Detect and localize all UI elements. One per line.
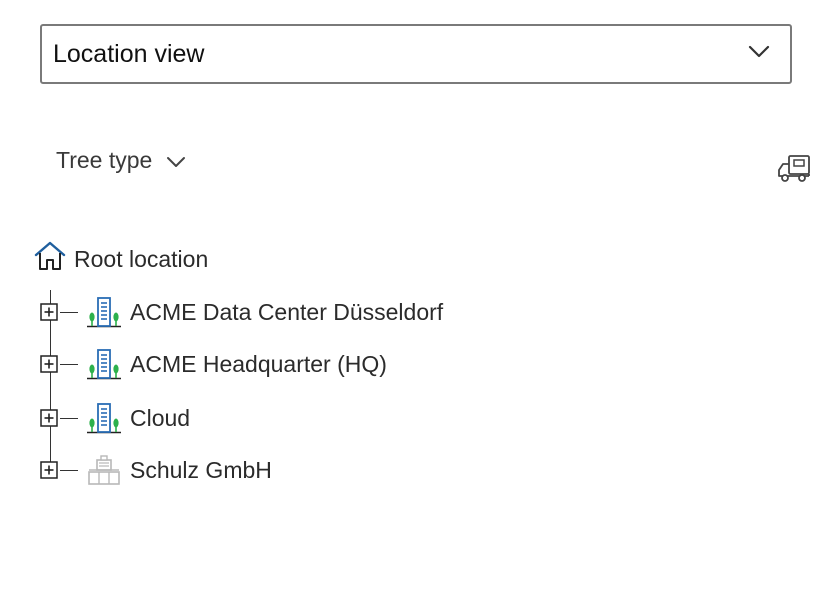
tree-type-dropdown[interactable]: Tree type [56, 144, 186, 176]
home-icon [34, 240, 66, 278]
building-icon [86, 401, 122, 435]
tree-node-label[interactable]: Schulz GmbH [130, 457, 272, 484]
tree-branch-line [60, 417, 78, 419]
chevron-down-icon [748, 45, 770, 64]
tree-node: ACME Data Center Düsseldorf [40, 294, 443, 330]
tree-node-label[interactable]: ACME Data Center Düsseldorf [130, 299, 443, 326]
expand-icon[interactable] [40, 303, 58, 321]
tree-branch-line [60, 469, 78, 471]
building-icon [86, 295, 122, 329]
truck-button[interactable] [776, 154, 812, 186]
tree-root-node[interactable]: Root location [34, 240, 208, 278]
view-select-dropdown[interactable]: Location view [40, 24, 792, 84]
tree-node-label[interactable]: Cloud [130, 405, 190, 432]
building-icon [86, 347, 122, 381]
tree-node-label[interactable]: ACME Headquarter (HQ) [130, 351, 387, 378]
company-icon [86, 453, 122, 487]
tree-branch-line [60, 363, 78, 365]
location-panel: Location view Tree type Root location AC… [0, 0, 820, 600]
tree-node: Schulz GmbH [40, 452, 272, 488]
expand-icon[interactable] [40, 355, 58, 373]
tree-type-label: Tree type [56, 146, 153, 173]
expand-icon[interactable] [40, 461, 58, 479]
view-select-value: Location view [53, 39, 205, 68]
tree-branch-line [60, 311, 78, 313]
expand-icon[interactable] [40, 409, 58, 427]
tree-node: ACME Headquarter (HQ) [40, 346, 387, 382]
chevron-down-icon [166, 147, 186, 174]
tree-root-label: Root location [74, 245, 209, 272]
truck-icon [777, 153, 811, 188]
tree-node: Cloud [40, 400, 190, 436]
